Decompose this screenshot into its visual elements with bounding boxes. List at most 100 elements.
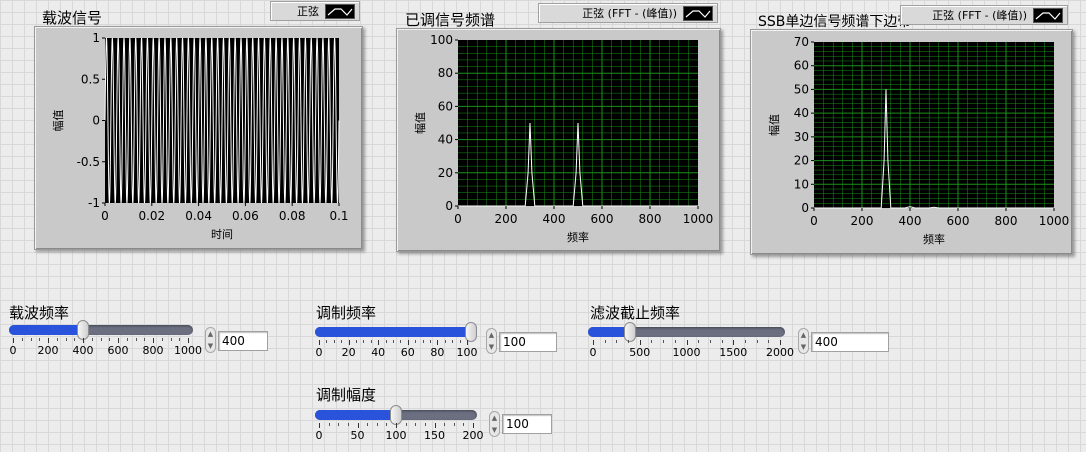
y-axis-label: 幅值	[768, 114, 781, 136]
mod-amp-input[interactable]: 100	[502, 414, 552, 434]
scale-minor-tick	[179, 338, 181, 341]
scale-tick-label: 0	[315, 346, 323, 359]
mod-freq-scale: 0 20 40 60 80 100	[315, 340, 478, 366]
cutoff-freq-slider[interactable]	[588, 327, 785, 337]
scale-tick-label: 200	[462, 429, 484, 442]
y-tick-label: 0	[801, 201, 809, 215]
mod-amp-scale: 0 50 100 150 200	[316, 423, 484, 449]
scale-tick	[434, 423, 436, 428]
scale-tick-label: 400	[72, 344, 94, 357]
down-arrow-icon[interactable]: ▼	[489, 343, 494, 351]
x-tick-label: 0	[810, 214, 818, 228]
ssb-spectrum-graph[interactable]: 0 200 400 600 800 1000 70 60 50 40 30 20 10 0 频率 幅值	[751, 30, 1072, 254]
sine-wave-icon	[325, 3, 355, 19]
scale-tick-label: 800	[142, 344, 164, 357]
scale-tick-label: 20	[341, 346, 356, 359]
ssb-plot-legend[interactable]: 正弦 (FFT - (峰值))	[900, 5, 1068, 25]
scale-minor-tick	[444, 423, 446, 426]
scale-minor-tick	[651, 340, 653, 343]
up-arrow-icon[interactable]: ▲	[801, 331, 806, 339]
scale-minor-tick	[721, 340, 723, 343]
scale-minor-tick	[30, 338, 32, 341]
scale-minor-tick	[370, 340, 372, 343]
down-arrow-icon[interactable]: ▼	[208, 342, 213, 350]
mod-freq-spinner[interactable]: ▲ ▼	[486, 328, 497, 354]
carrier-plot-legend[interactable]: 正弦	[270, 1, 360, 21]
y-tick-label: 30	[794, 130, 809, 144]
scale-tick-label: 50	[350, 429, 365, 442]
scale-tick-label: 0	[589, 346, 597, 359]
scale-tick	[48, 338, 49, 343]
mod-freq-slider-fill	[315, 327, 475, 337]
up-arrow-icon[interactable]: ▲	[489, 331, 494, 339]
y-axis-label: 幅值	[52, 110, 65, 132]
x-tick-label: 0	[101, 209, 109, 223]
y-tick-label: -1	[88, 196, 100, 210]
x-tick-label: 400	[899, 214, 922, 228]
carrier-freq-spinner[interactable]: ▲ ▼	[205, 327, 216, 353]
scale-minor-tick	[338, 423, 340, 426]
carrier-freq-slider-thumb[interactable]	[77, 320, 90, 340]
scale-minor-tick	[74, 338, 76, 341]
scale-tick-label: 1500	[719, 346, 748, 359]
scale-minor-tick	[628, 340, 630, 343]
carrier-freq-input[interactable]: 400	[218, 331, 268, 351]
scale-tick	[473, 423, 474, 428]
modulated-legend-label: 正弦 (FFT - (峰值))	[582, 7, 677, 20]
up-arrow-icon[interactable]: ▲	[208, 330, 213, 338]
scale-tick-label: 80	[430, 346, 445, 359]
scale-minor-tick	[376, 423, 378, 426]
scale-minor-tick	[367, 423, 369, 426]
scale-tick	[639, 340, 641, 345]
scale-minor-tick	[135, 338, 137, 341]
scale-minor-tick	[415, 340, 417, 343]
down-arrow-icon[interactable]: ▼	[492, 426, 497, 434]
carrier-freq-label: 载波频率	[9, 304, 70, 322]
scale-minor-tick	[363, 340, 365, 343]
carrier-freq-scale: 0 200 400 600 800 1000	[9, 338, 202, 364]
carrier-graph-panel: 0 0.02 0.04 0.06 0.08 0.1 1 0.5 0 -0.5 -1 时间 幅值	[34, 26, 363, 250]
y-tick-label: 60	[438, 99, 453, 113]
x-axis-label: 频率	[923, 232, 945, 246]
ssb-spectrum-title: SSB单边信号频谱下边带	[758, 14, 912, 30]
mod-amp-label: 调制幅度	[316, 386, 377, 404]
scale-minor-tick	[21, 338, 23, 341]
scale-tick-label: 0	[9, 344, 17, 357]
scale-tick	[733, 340, 735, 345]
x-tick-label: 0.04	[185, 209, 212, 223]
scale-minor-tick	[463, 423, 465, 426]
scale-minor-tick	[100, 338, 102, 341]
carrier-freq-slider[interactable]	[9, 325, 193, 335]
scale-minor-tick	[424, 423, 426, 426]
y-tick-label: 80	[438, 66, 453, 80]
y-tick-label: 0.5	[81, 72, 100, 86]
y-tick-label: 1	[92, 31, 100, 45]
y-tick-label: 20	[438, 166, 453, 180]
carrier-graph[interactable]: 0 0.02 0.04 0.06 0.08 0.1 1 0.5 0 -0.5 -1 时间 幅值	[35, 27, 362, 249]
scale-minor-tick	[333, 340, 335, 343]
y-tick-label: 40	[438, 133, 453, 147]
scale-minor-tick	[393, 340, 394, 343]
modulated-spectrum-graph[interactable]: 0 200 400 600 800 1000100806040200频率幅值	[397, 29, 720, 251]
mod-freq-slider[interactable]	[315, 327, 475, 337]
scale-tick	[780, 340, 781, 345]
carrier-freq-slider-fill	[9, 325, 88, 335]
down-arrow-icon[interactable]: ▼	[801, 343, 806, 351]
up-arrow-icon[interactable]: ▲	[492, 414, 497, 422]
modulated-plot-legend[interactable]: 正弦 (FFT - (峰值))	[538, 3, 718, 23]
plot-area[interactable]	[814, 42, 1054, 208]
modulated-spectrum-title: 已调信号频谱	[405, 11, 496, 29]
x-tick-label: 600	[591, 212, 614, 226]
y-tick-label: 70	[794, 35, 809, 49]
mod-amp-slider-thumb[interactable]	[390, 405, 402, 425]
cutoff-freq-slider-thumb[interactable]	[623, 322, 636, 342]
scale-tick-label: 600	[107, 344, 129, 357]
x-tick-label: 0.1	[329, 209, 348, 223]
cutoff-freq-input[interactable]: 400	[811, 332, 889, 352]
mod-freq-slider-thumb[interactable]	[465, 322, 477, 342]
mod-freq-input[interactable]: 100	[499, 332, 557, 352]
scale-minor-tick	[405, 423, 407, 426]
cutoff-freq-spinner[interactable]: ▲ ▼	[798, 328, 809, 354]
x-tick-label: 0.06	[232, 209, 259, 223]
mod-amp-spinner[interactable]: ▲ ▼	[489, 411, 500, 437]
